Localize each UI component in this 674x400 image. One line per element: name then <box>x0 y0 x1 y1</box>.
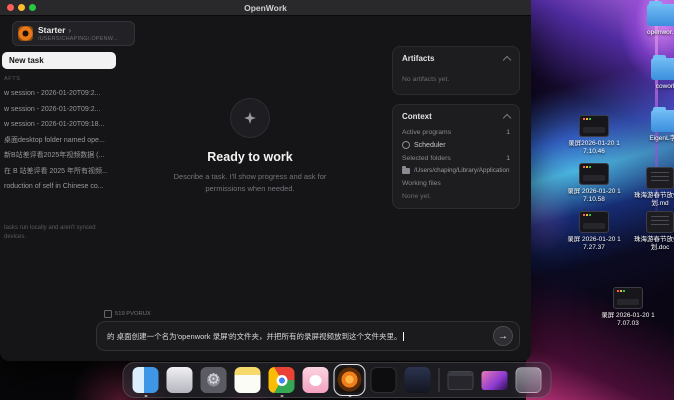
minimized-window-preview[interactable] <box>448 371 474 390</box>
terminal-icon[interactable] <box>371 367 397 393</box>
screen-recording-icon <box>579 163 609 185</box>
artifacts-empty-text: No artifacts yet. <box>402 76 449 83</box>
composer-context-chip[interactable]: 519 PVORUX <box>104 310 151 318</box>
image-preview-icon[interactable] <box>482 371 508 390</box>
session-list-item[interactable]: 新B站差评看2025年视频数据 (... <box>0 148 107 164</box>
selected-folders-row: Selected folders 1 <box>393 152 519 165</box>
chevron-up-icon <box>503 113 511 121</box>
sidebar-footer-note: tasks run locally and aren't synced devi… <box>4 224 114 243</box>
window-title: OpenWork <box>244 3 287 13</box>
desktop-folder[interactable]: EigenL字幕 <box>638 106 674 143</box>
context-title: Context <box>402 112 432 121</box>
dock-divider <box>439 368 440 392</box>
sidebar-section-label: AFTS <box>4 76 20 82</box>
trash-icon[interactable] <box>516 367 542 393</box>
screen-recording-icon <box>613 287 643 309</box>
active-programs-count: 1 <box>506 129 510 136</box>
desktop-recording-file[interactable]: 录屏 2026-01-20 17.07.03 <box>600 284 656 328</box>
desktop-folder[interactable]: cowork <box>638 54 674 91</box>
window-content: Starter › /USERS/CHAPING/.OPENW... New t… <box>0 16 531 361</box>
chevron-right-icon: › <box>68 26 71 35</box>
dock: ⚙ <box>123 362 552 398</box>
session-list-item[interactable]: roduction of self in Chinese co... <box>0 179 107 195</box>
window-titlebar[interactable]: OpenWork <box>0 0 531 16</box>
scheduler-icon <box>402 141 410 149</box>
close-window-button[interactable] <box>7 4 14 11</box>
active-programs-row: Active programs 1 <box>393 126 519 139</box>
desktop-doc-file[interactable]: 珠海游春节放假规划.doc <box>632 208 674 252</box>
sparkle-orb-icon <box>230 98 270 138</box>
new-task-button[interactable]: New task <box>2 52 116 69</box>
desktop-recording-file[interactable]: 录屏 2026-01-20 17.10.58 <box>566 160 622 204</box>
artifacts-title: Artifacts <box>402 54 434 63</box>
session-list-item[interactable]: 在 B 站差评看 2025 年所有视频... <box>0 164 107 180</box>
launchpad-icon[interactable] <box>167 367 193 393</box>
working-files-empty: None yet. <box>393 190 519 208</box>
session-list-item[interactable]: w session - 2026-01-20T09:2... <box>0 102 107 118</box>
context-header[interactable]: Context <box>393 105 519 126</box>
ready-title: Ready to work <box>110 150 390 164</box>
selected-folders-count: 1 <box>506 155 510 162</box>
system-settings-icon[interactable]: ⚙ <box>201 367 227 393</box>
notes-icon[interactable] <box>235 367 261 393</box>
attachment-icon <box>104 310 112 318</box>
task-input-text: 的 桌面创建一个名为'openwork 录屏'的文件夹，并把所有的录屏视频放到这… <box>107 331 402 342</box>
zoom-window-button[interactable] <box>29 4 36 11</box>
right-panel: Artifacts No artifacts yet. Context Acti… <box>392 46 520 218</box>
running-indicator <box>145 395 148 398</box>
openwork-window: OpenWork Starter › /USERS/CHAPING/.OPENW… <box>0 0 531 361</box>
openwork-logo-icon <box>18 26 33 41</box>
minimize-window-button[interactable] <box>18 4 25 11</box>
ready-subtitle: Describe a task. I'll show progress and … <box>160 171 340 194</box>
desktop-folder[interactable]: openwor... <box>634 0 674 37</box>
session-list-item[interactable]: w session - 2026-01-20T09:18... <box>0 117 107 133</box>
desktop-recording-file[interactable]: 录屏 2026-01-20 17.27.37 <box>566 208 622 252</box>
scheduler-item[interactable]: Scheduler <box>393 139 519 152</box>
empty-state: Ready to work Describe a task. I'll show… <box>110 98 390 194</box>
send-button[interactable]: → <box>493 326 513 346</box>
running-indicator <box>281 395 284 398</box>
chevron-up-icon <box>503 55 511 63</box>
working-files-row: Working files <box>393 177 519 190</box>
chrome-icon[interactable] <box>269 367 295 393</box>
workspace-switcher[interactable]: Starter › /USERS/CHAPING/.OPENW... <box>12 21 135 46</box>
workspace-path: /USERS/CHAPING/.OPENW... <box>38 36 118 42</box>
openwork-dock-icon[interactable] <box>337 367 363 393</box>
folder-path: /Users/chaping/Library/Application Supp.… <box>414 167 510 174</box>
cat-app-icon[interactable] <box>303 367 329 393</box>
screen-recording-icon <box>579 211 609 233</box>
finder-icon[interactable] <box>133 367 159 393</box>
code-app-icon[interactable] <box>405 367 431 393</box>
running-indicator <box>349 395 352 398</box>
session-list-item[interactable]: 桌面desktop folder named ope... <box>0 133 107 149</box>
document-icon <box>646 167 674 189</box>
folder-icon <box>651 58 674 80</box>
folder-icon <box>402 168 410 174</box>
folder-icon <box>647 4 674 26</box>
task-input[interactable]: 的 桌面创建一个名为'openwork 录屏'的文件夹，并把所有的录屏视频放到这… <box>96 321 520 351</box>
workspace-name: Starter <box>38 25 65 35</box>
desktop-doc-file[interactable]: 珠海游春节放假规划.md <box>632 164 674 208</box>
document-icon <box>646 211 674 233</box>
artifacts-card: Artifacts No artifacts yet. <box>392 46 520 95</box>
selected-folder-item[interactable]: /Users/chaping/Library/Application Supp.… <box>393 165 519 177</box>
session-list-item[interactable]: w session - 2026-01-20T09:2... <box>0 86 107 102</box>
text-cursor <box>403 332 404 341</box>
context-card: Context Active programs 1 Scheduler Sele… <box>392 104 520 209</box>
session-list: w session - 2026-01-20T09:2... w session… <box>0 86 107 195</box>
traffic-lights <box>7 4 36 11</box>
folder-icon <box>651 110 674 132</box>
artifacts-header[interactable]: Artifacts <box>393 47 519 68</box>
desktop-recording-file[interactable]: 录屏2026-01-20 17.10.46 <box>566 112 622 156</box>
screen-recording-icon <box>579 115 609 137</box>
